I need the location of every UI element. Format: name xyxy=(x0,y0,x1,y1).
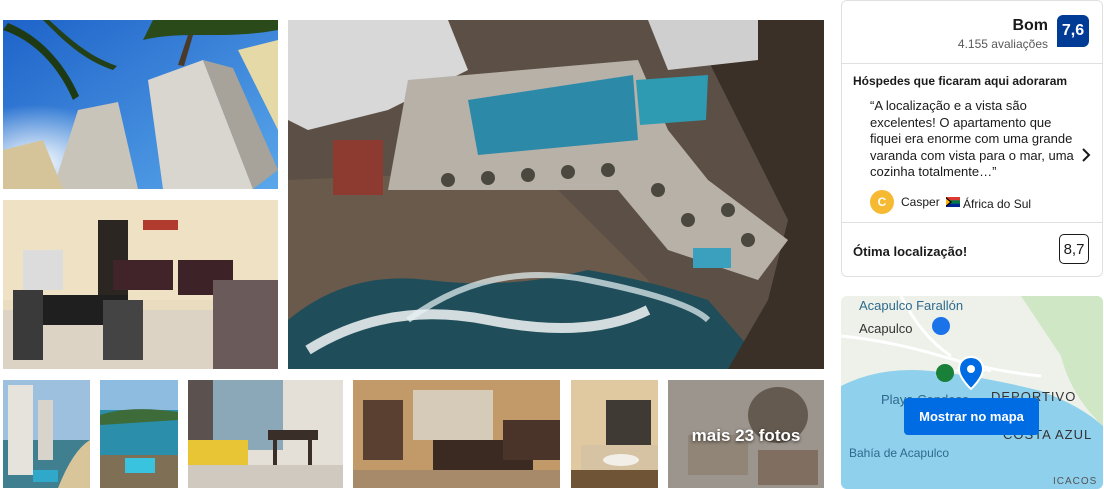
map-label-farallon: Acapulco Farallón xyxy=(859,298,964,313)
rating-word: Bom xyxy=(1012,17,1048,34)
location-label: Ótima localização! xyxy=(853,244,968,259)
more-photos-label: mais 23 fotos xyxy=(691,426,801,445)
flag-icon xyxy=(946,197,960,207)
reviewer-name: Casper xyxy=(901,195,940,209)
reviewer-country: África do Sul xyxy=(963,197,1032,211)
divider xyxy=(842,63,1102,64)
photo-aerial-pools[interactable] xyxy=(288,20,824,369)
chevron-right-icon[interactable] xyxy=(1078,147,1094,163)
photo-room-interior[interactable] xyxy=(3,200,278,369)
photo-coast-towers[interactable] xyxy=(3,380,90,488)
location-score: 8,7 xyxy=(1059,234,1089,264)
divider xyxy=(842,222,1102,223)
photo-balcony-dining[interactable] xyxy=(188,380,343,488)
map-label-bahia: Bahía de Acapulco xyxy=(849,446,950,460)
map-preview[interactable]: Acapulco Farallón Acapulco DEPORTIVO Pla… xyxy=(841,296,1103,489)
review-quote[interactable]: “A localização e a vista são excelentes!… xyxy=(870,98,1074,181)
map-pin-icon xyxy=(958,356,984,390)
review-summary-card: Bom 4.155 avaliações 7,6 Hóspedes que fi… xyxy=(841,0,1103,277)
score-badge[interactable]: 7,6 xyxy=(1057,15,1089,47)
map-label-acapulco: Acapulco xyxy=(859,321,913,336)
photo-more-photos[interactable]: mais 23 fotos xyxy=(668,380,824,488)
guests-loved-title: Hóspedes que ficaram aqui adoraram xyxy=(853,74,1068,88)
photo-living-room[interactable] xyxy=(353,380,560,488)
photo-bathroom[interactable] xyxy=(571,380,658,488)
photo-towers-palms[interactable] xyxy=(3,20,278,189)
avatar: C xyxy=(870,190,894,214)
map-label-icacos: ICACOS xyxy=(1053,476,1098,487)
photo-bay-view[interactable] xyxy=(100,380,178,488)
show-on-map-button[interactable]: Mostrar no mapa xyxy=(904,398,1039,435)
review-count: 4.155 avaliações xyxy=(957,37,1048,51)
